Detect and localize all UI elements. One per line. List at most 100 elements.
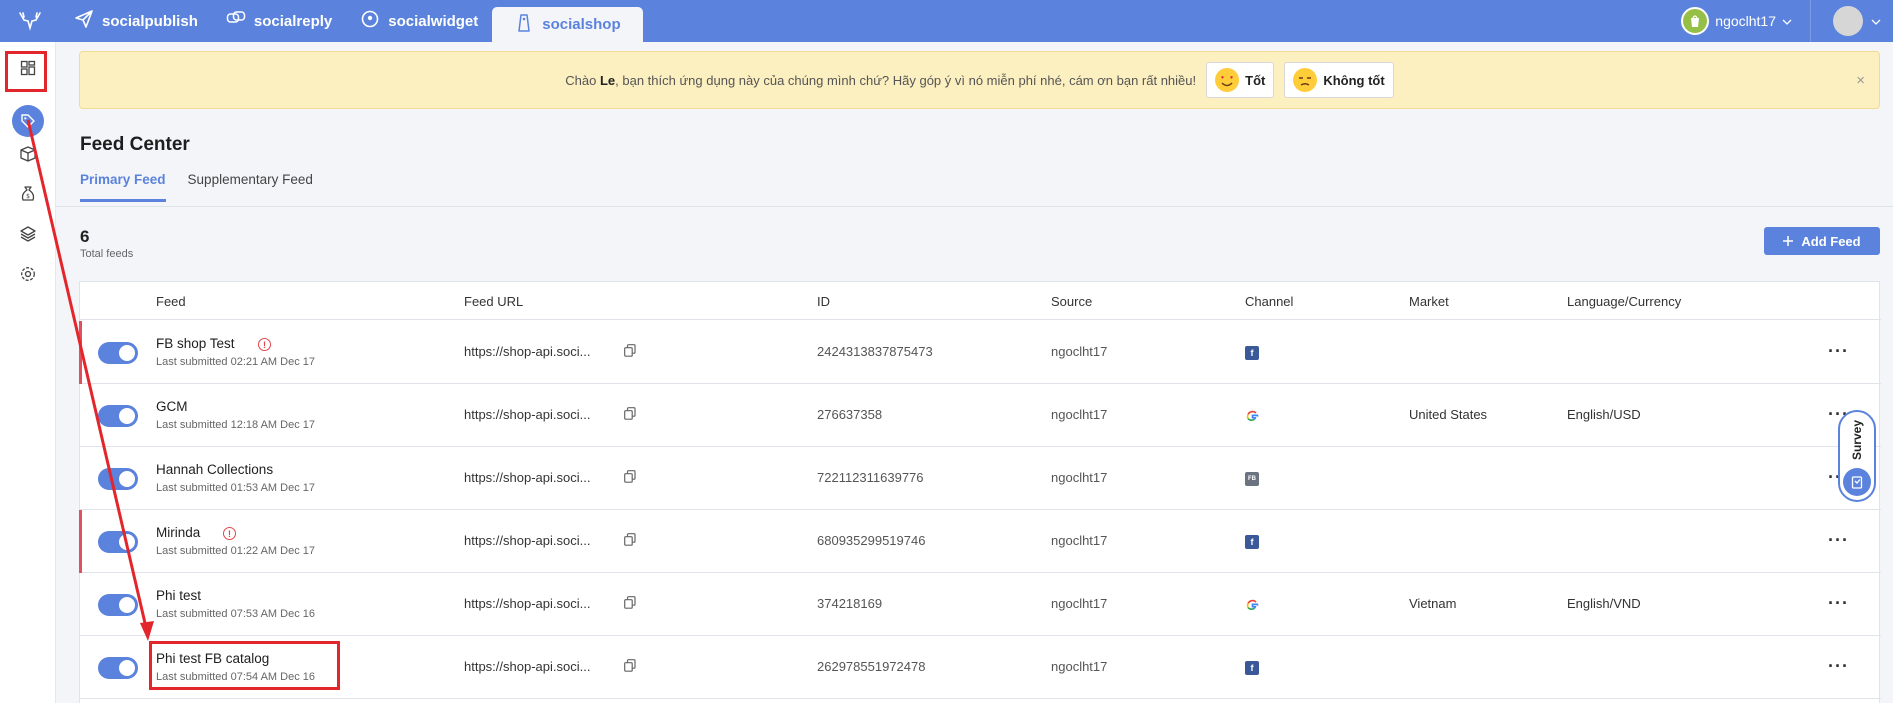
- app-tab-socialreply[interactable]: socialreply: [212, 0, 346, 42]
- page-title: Feed Center: [80, 134, 190, 155]
- feeds-table: Feed Feed URL ID Source Channel Market L…: [79, 281, 1881, 703]
- feedback-bad-button[interactable]: Không tốt: [1284, 62, 1394, 98]
- copy-icon[interactable]: [624, 533, 638, 547]
- table-row[interactable]: Phi test Last submitted 07:53 AM Dec 16 ht…: [80, 573, 1881, 636]
- feed-url[interactable]: https://shop-api.soci...: [464, 470, 590, 485]
- feed-id: 2424313837875473: [817, 344, 933, 359]
- more-options-icon[interactable]: ···: [1828, 341, 1849, 362]
- copy-icon[interactable]: [624, 596, 638, 610]
- google-icon: [1245, 409, 1259, 423]
- feed-source: ngoclht17: [1051, 659, 1108, 674]
- feed-toggle[interactable]: [98, 531, 138, 553]
- facebook-icon: f: [1245, 346, 1259, 360]
- app-tab-socialshop[interactable]: socialshop: [492, 7, 643, 42]
- more-options-icon[interactable]: ···: [1828, 530, 1849, 551]
- copy-icon[interactable]: [624, 659, 638, 673]
- svg-text:$: $: [26, 193, 30, 200]
- feed-toggle[interactable]: [98, 657, 138, 679]
- feed-id: 680935299519746: [817, 533, 926, 548]
- banner-message: Chào Le, bạn thích ứng dụng này của chún…: [565, 72, 1197, 88]
- plus-icon: [1783, 234, 1794, 249]
- feed-toggle[interactable]: [98, 468, 138, 490]
- survey-label: Survey: [1850, 420, 1864, 461]
- more-options-icon[interactable]: ···: [1828, 593, 1849, 614]
- feed-name[interactable]: GCM: [156, 399, 188, 414]
- feed-last-submitted: Last submitted 12:18 AM Dec 17: [156, 419, 315, 431]
- feed-source: ngoclht17: [1051, 470, 1108, 485]
- store-username: ngoclht17: [1715, 13, 1776, 29]
- table-row[interactable]: Mirinda! Last submitted 01:22 AM Dec 17 ht…: [79, 510, 1881, 573]
- column-header-source: Source: [1051, 294, 1093, 309]
- table-row[interactable]: GCM Last submitted 12:18 AM Dec 17 https:/…: [80, 384, 1881, 447]
- warning-icon[interactable]: !: [223, 527, 236, 540]
- warning-icon[interactable]: !: [258, 338, 271, 351]
- profile-menu[interactable]: [1811, 6, 1893, 36]
- feedback-banner: Chào Le, bạn thích ứng dụng này của chún…: [79, 51, 1880, 109]
- feed-url[interactable]: https://shop-api.soci...: [464, 596, 590, 611]
- product-box-icon[interactable]: [14, 140, 42, 168]
- table-row[interactable]: Hannah Collections Last submitted 01:53 A…: [80, 447, 1881, 510]
- feed-last-submitted: Last submitted 02:21 AM Dec 17: [156, 356, 315, 368]
- feed-name[interactable]: Hannah Collections: [156, 462, 273, 477]
- money-bag-icon[interactable]: $: [14, 180, 42, 208]
- total-feeds-label: Total feeds: [80, 248, 134, 260]
- app-tab-socialwidget[interactable]: socialwidget: [346, 0, 492, 42]
- shopping-tag-icon: [514, 13, 534, 37]
- chevron-down-icon: [1782, 13, 1792, 29]
- column-header-feed: Feed: [156, 294, 186, 309]
- feed-toggle[interactable]: [98, 405, 138, 427]
- feed-id: 262978551972478: [817, 659, 926, 674]
- annotation-highlight-box: [5, 51, 47, 92]
- survey-widget[interactable]: Survey: [1838, 410, 1876, 502]
- price-tag-icon[interactable]: [12, 105, 44, 137]
- feed-last-submitted: Last submitted 07:53 AM Dec 16: [156, 608, 315, 620]
- feed-id: 722112311639776: [817, 470, 924, 485]
- more-options-icon[interactable]: ···: [1828, 656, 1849, 677]
- feed-url[interactable]: https://shop-api.soci...: [464, 344, 590, 359]
- survey-clipboard-icon: [1843, 468, 1871, 496]
- table-row[interactable]: Phi test FB catalog Last submitted 07:54 …: [80, 636, 1881, 699]
- feed-name[interactable]: Mirinda: [156, 525, 200, 540]
- chevron-down-icon: [1871, 14, 1881, 29]
- add-feed-button[interactable]: Add Feed: [1764, 227, 1880, 255]
- gear-icon[interactable]: [14, 260, 42, 288]
- feed-name[interactable]: Phi test: [156, 588, 201, 603]
- app-tab-label: socialpublish: [102, 12, 198, 30]
- feed-id: 374218169: [817, 596, 883, 611]
- table-header: Feed Feed URL ID Source Channel Market L…: [80, 282, 1881, 320]
- app-tab-socialpublish[interactable]: socialpublish: [60, 0, 212, 42]
- annotation-highlight-box: [149, 641, 340, 690]
- layers-icon[interactable]: [14, 220, 42, 248]
- column-header-language-currency: Language/Currency: [1567, 294, 1682, 309]
- close-icon[interactable]: ×: [1856, 72, 1865, 89]
- paper-plane-icon: [74, 9, 94, 33]
- feed-name[interactable]: FB shop Test: [156, 336, 235, 351]
- feed-toggle[interactable]: [98, 342, 138, 364]
- copy-icon[interactable]: [624, 344, 638, 358]
- feed-url[interactable]: https://shop-api.soci...: [464, 533, 590, 548]
- shopify-bag-icon: [1681, 7, 1710, 35]
- feed-url[interactable]: https://shop-api.soci...: [464, 407, 590, 422]
- tab-supplementary-feed[interactable]: Supplementary Feed: [188, 172, 313, 202]
- antlers-logo-icon[interactable]: [0, 0, 60, 42]
- column-header-channel: Channel: [1245, 294, 1294, 309]
- feed-last-submitted: Last submitted 01:22 AM Dec 17: [156, 545, 315, 557]
- feed-toggle[interactable]: [98, 594, 138, 616]
- feed-market: United States: [1409, 407, 1488, 422]
- feed-source: ngoclht17: [1051, 596, 1108, 611]
- feed-id: 276637358: [817, 407, 883, 422]
- feed-source: ngoclht17: [1051, 344, 1108, 359]
- store-account-switcher[interactable]: ngoclht17: [1663, 0, 1811, 42]
- tab-primary-feed[interactable]: Primary Feed: [80, 172, 166, 202]
- copy-icon[interactable]: [624, 407, 638, 421]
- app-tab-label: socialshop: [542, 16, 621, 33]
- total-feeds-count: 6: [80, 227, 90, 246]
- feed-source: ngoclht17: [1051, 533, 1108, 548]
- pensive-emoji-icon: [1293, 68, 1318, 92]
- left-sidebar: $: [0, 42, 56, 703]
- feed-url[interactable]: https://shop-api.soci...: [464, 659, 590, 674]
- feedback-good-button[interactable]: Tốt: [1206, 62, 1275, 98]
- feed-market: Vietnam: [1409, 596, 1457, 611]
- table-row[interactable]: FB shop Test! Last submitted 02:21 AM Dec…: [79, 321, 1881, 384]
- copy-icon[interactable]: [624, 470, 638, 484]
